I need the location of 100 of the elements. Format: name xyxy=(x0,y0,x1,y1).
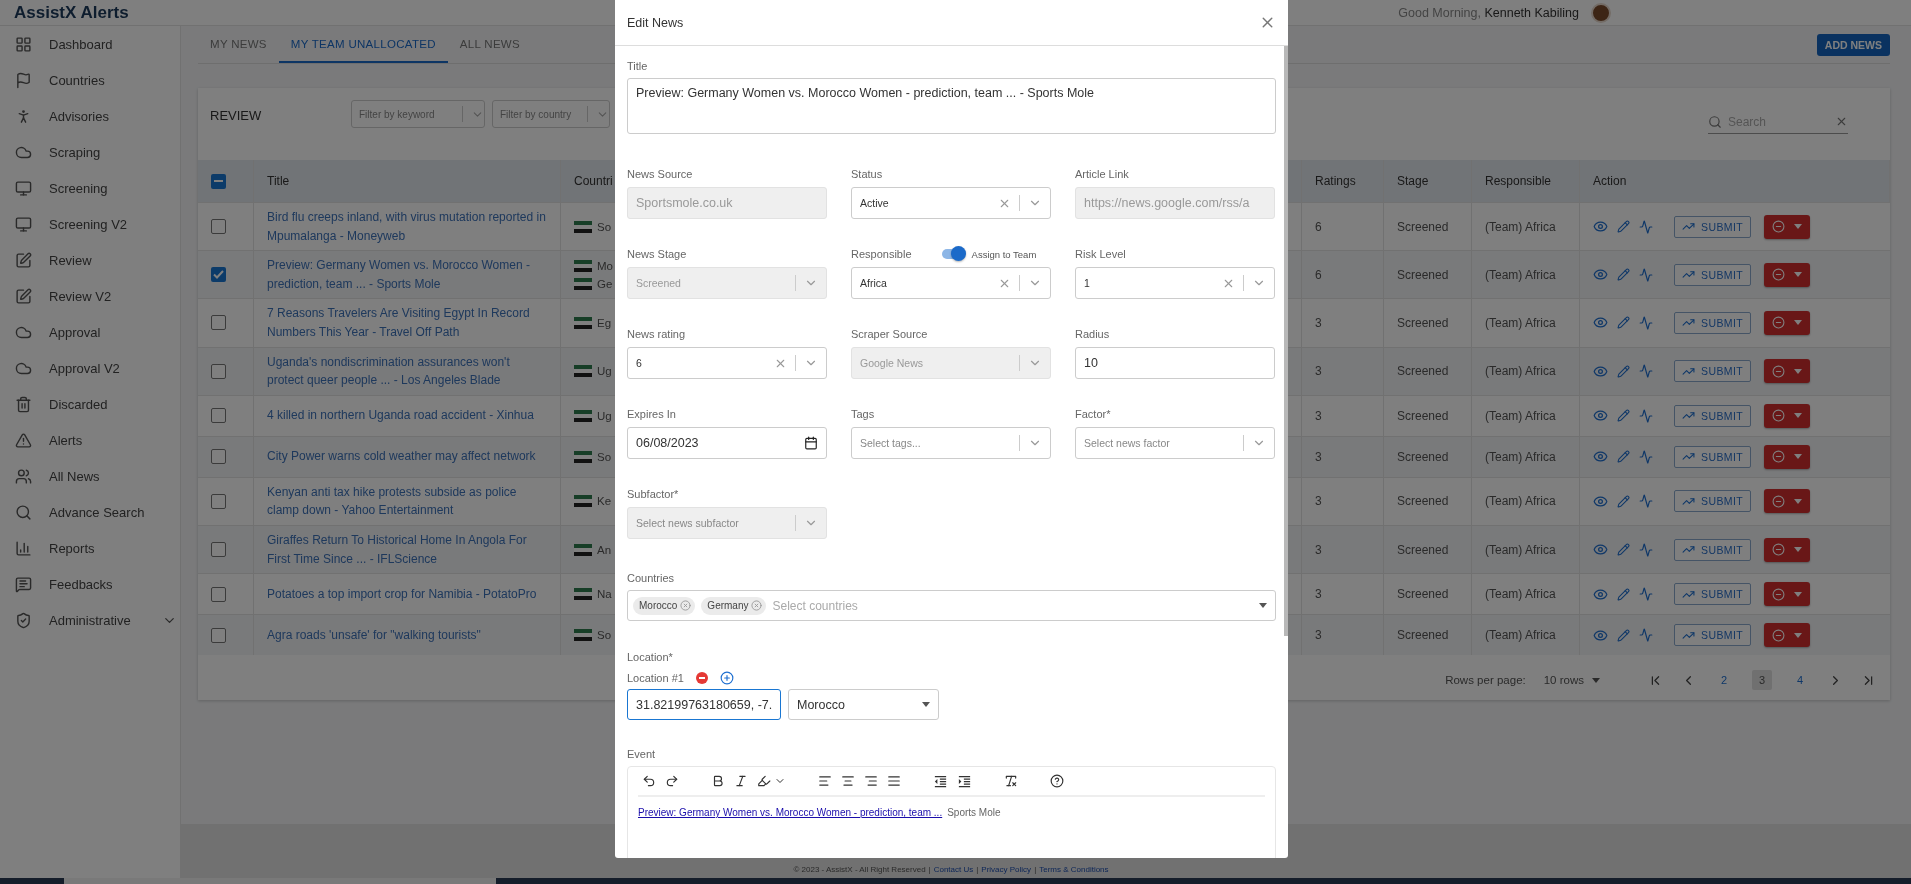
table-cell: 6 xyxy=(1315,267,1322,282)
column-header: Stage xyxy=(1397,174,1429,188)
article-link[interactable]: Preview: Germany Women vs. Morocco Women - prediction, team ... xyxy=(638,807,943,818)
news-title-link[interactable]: Giraffes Return To Historical Home In Angola For First Time Since ... - IFLScience xyxy=(267,530,547,569)
add-news-button[interactable]: ADD NEWS xyxy=(1816,33,1890,56)
sidebar-item[interactable]: Feedbacks xyxy=(0,566,180,602)
sidebar-item[interactable]: Alerts xyxy=(0,422,180,458)
title-field[interactable]: Preview: Germany Women vs. Morocco Women - prediction, team ... - Sports Mole xyxy=(627,78,1276,134)
table-cell: Screened xyxy=(1397,542,1449,557)
footer-link[interactable]: Privacy Policy xyxy=(981,865,1032,874)
sidebar-item[interactable]: Advisories xyxy=(0,98,180,134)
field-label: Scraper Source xyxy=(851,328,928,340)
rich-text-editor[interactable]: Preview: Germany Women vs. Morocco Women - prediction, team ... Sports Mole xyxy=(627,766,1276,858)
sidebar-item[interactable]: Dashboard xyxy=(0,26,180,62)
sidebar-item[interactable]: Scraping xyxy=(0,134,180,170)
column-header: Ratings xyxy=(1315,174,1356,188)
field-label: Event xyxy=(627,748,657,760)
table-cell: 3 xyxy=(1315,494,1322,509)
country-chip: Germany xyxy=(701,596,767,615)
table-cell: 3 xyxy=(1315,449,1322,464)
submit-button[interactable]: SUBMIT xyxy=(1674,404,1752,427)
select-field: Google News xyxy=(851,347,1051,379)
submit-button[interactable]: SUBMIT xyxy=(1674,490,1752,513)
sidebar-item[interactable]: Review V2 xyxy=(0,278,180,314)
select-field[interactable]: Select tags... xyxy=(851,427,1051,459)
footer-link[interactable]: Contact Us xyxy=(933,865,974,874)
sidebar-item[interactable]: Discarded xyxy=(0,386,180,422)
submit-button[interactable]: SUBMIT xyxy=(1674,263,1752,286)
logo: AssistX Alerts xyxy=(14,2,129,23)
table-cell: 3 xyxy=(1315,364,1322,379)
submit-button[interactable]: SUBMIT xyxy=(1674,538,1752,561)
page-button[interactable]: 4 xyxy=(1790,670,1810,690)
table-cell: Screened xyxy=(1397,449,1449,464)
select-field: Select news subfactor xyxy=(627,507,827,539)
sidebar-item[interactable]: Administrative xyxy=(0,602,180,638)
sidebar-item[interactable]: Screening xyxy=(0,170,180,206)
greeting: Good Morning, Kenneth Kabiling xyxy=(1398,5,1579,20)
news-title-link[interactable]: 7 Reasons Travelers Are Visiting Egypt In Record Numbers This Year - Travel Off Path xyxy=(267,304,547,342)
news-title-link[interactable]: Potatoes a top import crop for Namibia - PotatoPro xyxy=(267,584,537,604)
tab[interactable]: MY NEWS xyxy=(198,26,279,63)
news-title-link[interactable]: Bird flu creeps inland, with virus mutation reported in Mpumalanga - Moneyweb xyxy=(267,208,547,246)
table-cell: Screened xyxy=(1397,364,1449,379)
tab[interactable]: MY TEAM UNALLOCATED xyxy=(278,26,448,63)
footer-link[interactable]: Terms & Conditions xyxy=(1039,865,1109,874)
date-field[interactable]: 06/08/2023 xyxy=(627,427,827,459)
field-label: Tags xyxy=(851,408,875,420)
news-title-link[interactable]: 4 killed in northern Uganda road accident - Xinhua xyxy=(267,406,534,426)
select-field[interactable]: Africa xyxy=(851,267,1051,299)
sidebar-item[interactable]: Screening V2 xyxy=(0,206,180,242)
news-title-link[interactable]: Preview: Germany Women vs. Morocco Women - prediction, team ... - Sports Mole xyxy=(267,256,547,294)
field-label: Countries xyxy=(627,572,676,584)
text-field: https://news.google.com/rss/a xyxy=(1075,187,1275,219)
sidebar-item[interactable]: Approval xyxy=(0,314,180,350)
rows-select[interactable]: 10 rows xyxy=(1543,674,1600,686)
select-field[interactable]: Select news factor xyxy=(1075,427,1275,459)
field-label: Location* xyxy=(627,651,674,663)
news-title-link[interactable]: Uganda's nondiscrimination assurances won't protect queer people ... - Los Angeles Blade xyxy=(267,352,547,390)
toggle-label: Assign to Team xyxy=(971,248,1037,260)
table-cell: 3 xyxy=(1315,587,1322,602)
submit-button[interactable]: SUBMIT xyxy=(1674,215,1752,238)
field-label: Radius xyxy=(1075,328,1110,340)
table-cell: (Team) Africa xyxy=(1485,494,1556,509)
page-button[interactable]: 2 xyxy=(1714,670,1734,690)
field-label: Title xyxy=(627,60,649,72)
country-name: Mo xyxy=(597,259,613,272)
table-cell: Screened xyxy=(1397,587,1449,602)
news-title-link[interactable]: Agra roads 'unsafe' for "walking tourists" xyxy=(267,625,481,645)
submit-button[interactable]: SUBMIT xyxy=(1674,583,1752,606)
sidebar-item[interactable]: Review xyxy=(0,242,180,278)
field-label: News Stage xyxy=(627,248,687,260)
select-field[interactable]: 6 xyxy=(627,347,827,379)
sidebar-item[interactable]: All News xyxy=(0,458,180,494)
country-name: So xyxy=(597,220,612,233)
news-title-link[interactable]: Kenyan anti tax hike protests subside as police clamp down - Yahoo Entertainment xyxy=(267,482,547,520)
submit-button[interactable]: SUBMIT xyxy=(1674,311,1752,334)
select-field[interactable]: 1 xyxy=(1075,267,1275,299)
submit-button[interactable]: SUBMIT xyxy=(1674,624,1752,647)
field-label: Article Link xyxy=(1075,168,1129,180)
table-cell: Screened xyxy=(1397,628,1449,643)
field-label: Status xyxy=(851,168,883,180)
submit-button[interactable]: SUBMIT xyxy=(1674,360,1752,383)
submit-button[interactable]: SUBMIT xyxy=(1674,445,1752,468)
multi-select-field[interactable]: Morocco Germany Select countries xyxy=(627,590,1276,621)
table-cell: 3 xyxy=(1315,542,1322,557)
country-select[interactable]: Morocco xyxy=(788,689,939,720)
sidebar-item[interactable]: Countries xyxy=(0,62,180,98)
tab[interactable]: ALL NEWS xyxy=(447,26,532,63)
news-title-link[interactable]: City Power warns cold weather may affect network xyxy=(267,447,536,467)
page-button[interactable]: 3 xyxy=(1752,670,1772,690)
sidebar-item[interactable]: Advance Search xyxy=(0,494,180,530)
select-field[interactable]: Active xyxy=(851,187,1051,219)
table-cell: (Team) Africa xyxy=(1485,628,1556,643)
section-title: REVIEW xyxy=(210,108,263,123)
table-cell: (Team) Africa xyxy=(1485,408,1556,423)
sidebar-item[interactable]: Approval V2 xyxy=(0,350,180,386)
sidebar-item[interactable]: Reports xyxy=(0,530,180,566)
table-cell: Screened xyxy=(1397,267,1449,282)
text-field[interactable]: 10 xyxy=(1075,347,1275,379)
coordinates-field[interactable]: 31.82199763180659, -7. xyxy=(627,689,781,720)
column-header: Action xyxy=(1593,174,1627,188)
